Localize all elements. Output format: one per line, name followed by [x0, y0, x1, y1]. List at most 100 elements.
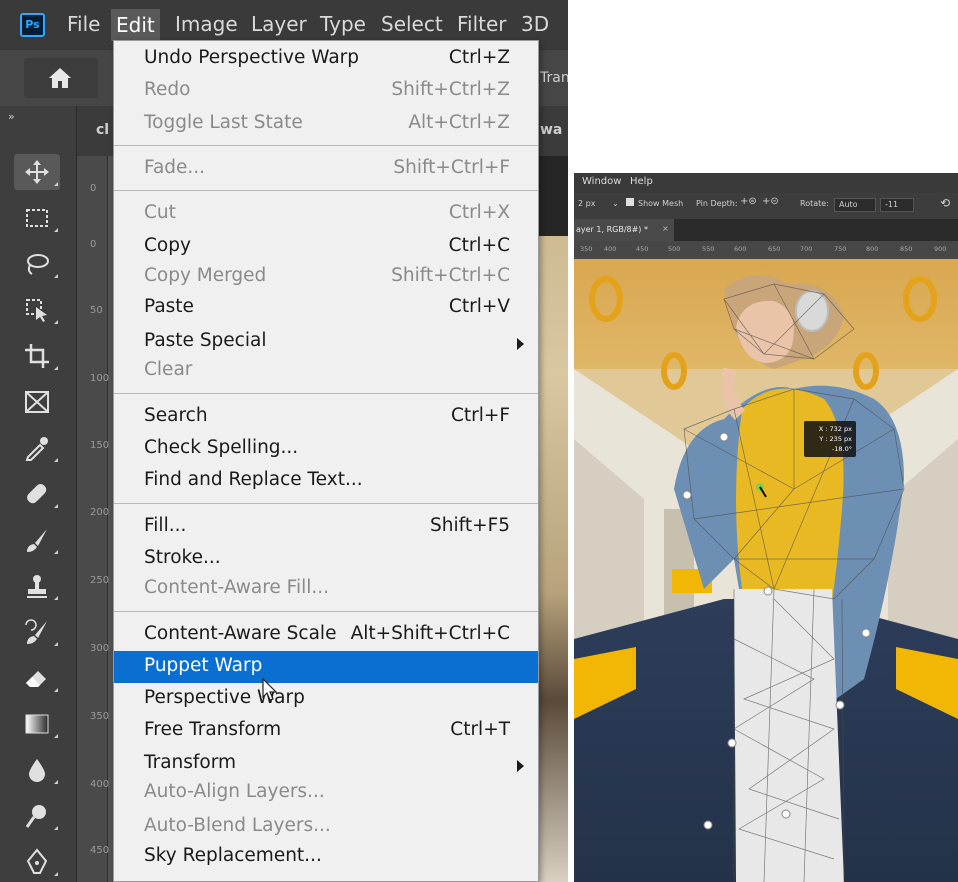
menu-window[interactable]: Window	[582, 176, 621, 187]
history-brush-tool-icon[interactable]	[14, 614, 60, 650]
menu-item-perspective-warp[interactable]: Perspective Warp	[114, 683, 538, 715]
ruler-number: 150	[90, 440, 110, 451]
submenu-arrow-icon	[517, 338, 524, 350]
menu-edit[interactable]: Edit	[111, 9, 160, 41]
marquee-tool-icon[interactable]	[14, 200, 60, 236]
canvas-photo[interactable]	[574, 259, 958, 882]
photoshop-logo-icon[interactable]: Ps	[20, 13, 45, 37]
home-button[interactable]	[24, 58, 98, 98]
menu-item-fill[interactable]: Fill... Shift+F5	[114, 511, 538, 543]
pen-tool-icon[interactable]	[14, 844, 60, 880]
menu-file[interactable]: File	[67, 12, 100, 36]
menu-item-transform[interactable]: Transform	[114, 748, 538, 780]
menu-item-content-aware-fill[interactable]: Content-Aware Fill...	[114, 573, 538, 605]
menu-item-label: Check Spelling...	[144, 437, 299, 458]
menu-item-search[interactable]: Search Ctrl+F	[114, 401, 538, 433]
rotate-label: Rotate:	[800, 199, 829, 208]
move-tool-icon[interactable]	[14, 154, 60, 190]
menu-item-puppet-warp[interactable]: Puppet Warp	[114, 651, 538, 683]
ruler-number: 750	[834, 245, 847, 253]
menu-item-free-transform[interactable]: Free Transform Ctrl+T	[114, 715, 538, 747]
menu-item-auto-align[interactable]: Auto-Align Layers...	[114, 777, 538, 809]
menu-item-find-replace[interactable]: Find and Replace Text...	[114, 465, 538, 497]
lasso-tool-icon[interactable]	[14, 246, 60, 282]
close-tab-icon[interactable]: ×	[662, 224, 669, 233]
document-tab-title: ayer 1, RGB/8#) *	[576, 225, 648, 234]
menu-item-label: Clear	[144, 359, 193, 380]
document-tab[interactable]: ayer 1, RGB/8#) * ×	[574, 219, 674, 241]
menu-item-label: Search	[144, 405, 208, 426]
healing-brush-tool-icon[interactable]	[14, 476, 60, 512]
menu-item-content-aware-scale[interactable]: Content-Aware Scale Alt+Shift+Ctrl+C	[114, 619, 538, 651]
density-value[interactable]: 2 px	[578, 199, 595, 208]
ruler-number: 450	[90, 845, 110, 856]
menu-separator	[114, 393, 538, 394]
density-dropdown-icon[interactable]: ⌄	[612, 199, 619, 208]
menu-item-shortcut: Shift+Ctrl+C	[391, 265, 510, 286]
menu-item-clear[interactable]: Clear	[114, 355, 538, 387]
pin-backward-icon[interactable]: +⊝	[762, 196, 779, 207]
horizontal-ruler: 350 400 450 500 550 600 650 700 750 800 …	[574, 241, 958, 259]
menu-item-toggle-last-state[interactable]: Toggle Last State Alt+Ctrl+Z	[114, 108, 538, 140]
menu-item-stroke[interactable]: Stroke...	[114, 543, 538, 575]
crop-tool-icon[interactable]	[14, 338, 60, 374]
menu-item-label: Stroke...	[144, 547, 221, 568]
collapse-panel-icon[interactable]: »	[8, 110, 15, 123]
menu-3d[interactable]: 3D	[521, 12, 549, 36]
menu-select[interactable]: Select	[381, 12, 443, 36]
ruler-number: 600	[734, 245, 747, 253]
menu-item-redo[interactable]: Redo Shift+Ctrl+Z	[114, 75, 538, 107]
menu-item-label: Redo	[144, 79, 191, 100]
object-select-tool-icon[interactable]	[14, 292, 60, 328]
puppet-warp-options-bar: 2 px ⌄ Show Mesh Pin Depth: +⊜ +⊝ Rotate…	[574, 193, 958, 219]
show-mesh-checkbox[interactable]	[626, 198, 634, 206]
menu-item-shortcut: Shift+Ctrl+Z	[391, 79, 510, 100]
tools-panel: »	[0, 106, 77, 882]
dodge-tool-icon[interactable]	[14, 798, 60, 834]
menu-image[interactable]: Image	[175, 12, 238, 36]
menu-item-shortcut: Shift+Ctrl+F	[393, 157, 510, 178]
frame-tool-icon[interactable]	[14, 384, 60, 420]
menu-item-shortcut: Ctrl+Z	[448, 47, 510, 68]
blur-tool-icon[interactable]	[14, 752, 60, 788]
menu-help[interactable]: Help	[630, 176, 653, 187]
preview-menu-bar: Window Help	[574, 173, 958, 193]
menu-item-fade[interactable]: Fade... Shift+Ctrl+F	[114, 153, 538, 185]
submenu-arrow-icon	[517, 760, 524, 772]
show-mesh-label: Show Mesh	[638, 199, 684, 208]
menu-item-shortcut: Alt+Ctrl+Z	[408, 112, 510, 133]
menu-item-check-spelling[interactable]: Check Spelling...	[114, 433, 538, 465]
menu-type[interactable]: Type	[320, 12, 366, 36]
menu-item-shortcut: Ctrl+T	[450, 719, 510, 740]
menu-layer[interactable]: Layer	[251, 12, 307, 36]
gradient-tool-icon[interactable]	[14, 706, 60, 742]
ruler-number: 900	[934, 245, 947, 253]
menu-item-copy-merged[interactable]: Copy Merged Shift+Ctrl+C	[114, 261, 538, 293]
clone-stamp-tool-icon[interactable]	[14, 568, 60, 604]
menu-item-copy[interactable]: Copy Ctrl+C	[114, 231, 538, 263]
options-fragment: Tran	[540, 70, 568, 86]
rotate-mode-dropdown[interactable]: Auto	[834, 198, 876, 212]
menu-item-sky-replacement[interactable]: Sky Replacement...	[114, 841, 538, 873]
menu-item-undo[interactable]: Undo Perspective Warp Ctrl+Z	[114, 43, 538, 75]
menu-item-shortcut: Shift+F5	[430, 515, 510, 536]
menu-filter[interactable]: Filter	[457, 12, 507, 36]
ruler-number: 350	[580, 245, 593, 253]
mouse-pointer-icon	[262, 678, 278, 701]
brush-tool-icon[interactable]	[14, 522, 60, 558]
eraser-tool-icon[interactable]	[14, 660, 60, 696]
menu-item-paste-special[interactable]: Paste Special	[114, 326, 538, 358]
eyedropper-tool-icon[interactable]	[14, 430, 60, 466]
menu-separator	[114, 145, 538, 146]
menu-item-label: Auto-Align Layers...	[144, 781, 325, 802]
menu-item-label: Paste Special	[144, 330, 267, 351]
pin-forward-icon[interactable]: +⊜	[740, 196, 757, 207]
menu-item-cut[interactable]: Cut Ctrl+X	[114, 198, 538, 230]
menu-item-auto-blend[interactable]: Auto-Blend Layers...	[114, 811, 538, 843]
edit-menu-dropdown: Undo Perspective Warp Ctrl+Z Redo Shift+Ct…	[113, 40, 539, 882]
ruler-number: 200	[90, 507, 110, 518]
undo-arrow-icon[interactable]: ⟲	[940, 196, 950, 210]
rotate-angle-input[interactable]: -11	[880, 198, 914, 212]
menu-item-paste[interactable]: Paste Ctrl+V	[114, 292, 538, 324]
ruler-number: 350	[90, 711, 110, 722]
